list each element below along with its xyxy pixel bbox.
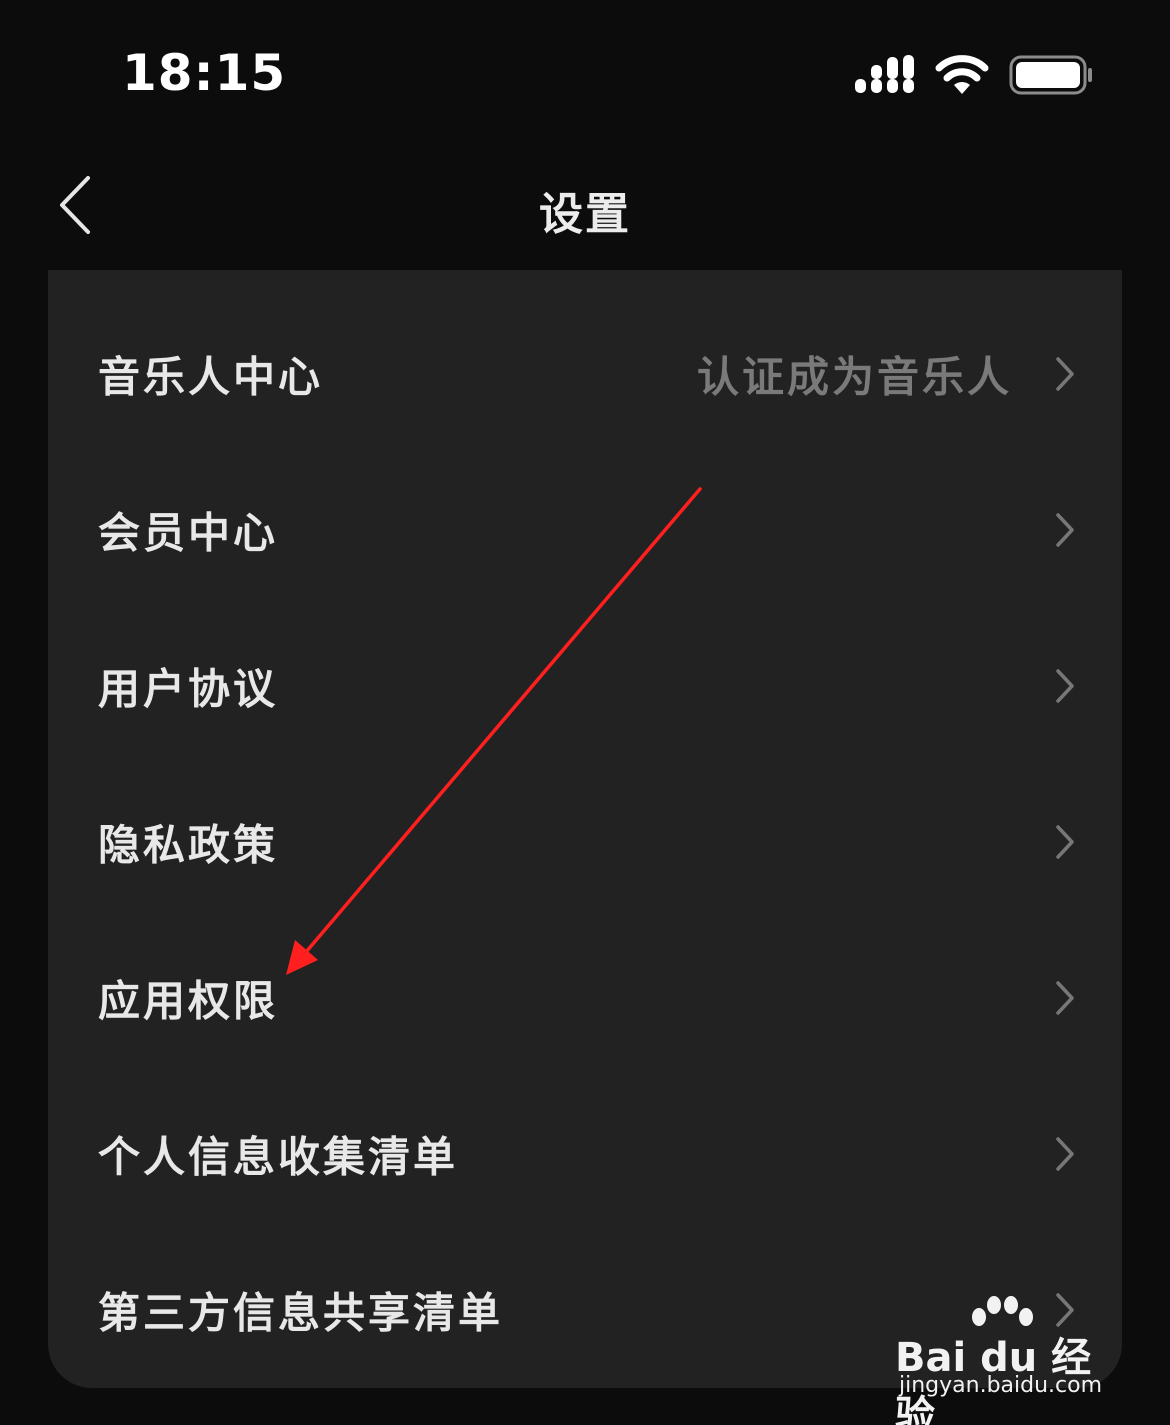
settings-item-label: 隐私政策 (98, 820, 279, 870)
settings-item-label: 用户协议 (98, 664, 279, 714)
settings-list: 音乐人中心 认证成为音乐人 会员中心 用户协议 隐私政策 应用权限 个人信息收集… (48, 270, 1122, 1388)
status-bar: 18:15 (0, 0, 1170, 140)
signal-icon (855, 55, 914, 93)
settings-item-user-agreement[interactable]: 用户协议 (48, 608, 1122, 764)
nav-bar: 设置 (0, 140, 1170, 270)
settings-item-app-permissions[interactable]: 应用权限 (48, 920, 1122, 1076)
settings-item-label: 音乐人中心 (98, 352, 324, 402)
settings-item-member-center[interactable]: 会员中心 (48, 452, 1122, 608)
watermark-url: jingyan.baidu.com (899, 1373, 1103, 1398)
chevron-right-icon (1056, 981, 1074, 1015)
settings-screen: 18:15 设置 音乐人中心 认证成为音乐人 会员中心 用户协议 隐私政策 应用… (0, 0, 1170, 1425)
settings-item-personal-info-list[interactable]: 个人信息收集清单 (48, 1076, 1122, 1232)
settings-item-musician-center[interactable]: 音乐人中心 认证成为音乐人 (48, 296, 1122, 452)
chevron-right-icon (1056, 825, 1074, 859)
settings-item-privacy-policy[interactable]: 隐私政策 (48, 764, 1122, 920)
settings-item-label: 第三方信息共享清单 (98, 1288, 504, 1338)
wifi-icon (935, 55, 989, 94)
settings-item-value: 认证成为音乐人 (696, 352, 1012, 402)
chevron-right-icon (1056, 513, 1074, 547)
baidu-jingyan-watermark: Bai du 经验 jingyan.baidu.com (895, 1295, 1115, 1425)
settings-item-label: 个人信息收集清单 (98, 1132, 459, 1182)
chevron-right-icon (1056, 357, 1074, 391)
settings-item-label: 会员中心 (98, 508, 279, 558)
page-title: 设置 (539, 189, 631, 240)
battery-icon (1009, 55, 1092, 95)
chevron-right-icon (1056, 1137, 1074, 1171)
settings-item-label: 应用权限 (98, 976, 279, 1026)
chevron-right-icon (1056, 669, 1074, 703)
status-time: 18:15 (122, 44, 287, 102)
